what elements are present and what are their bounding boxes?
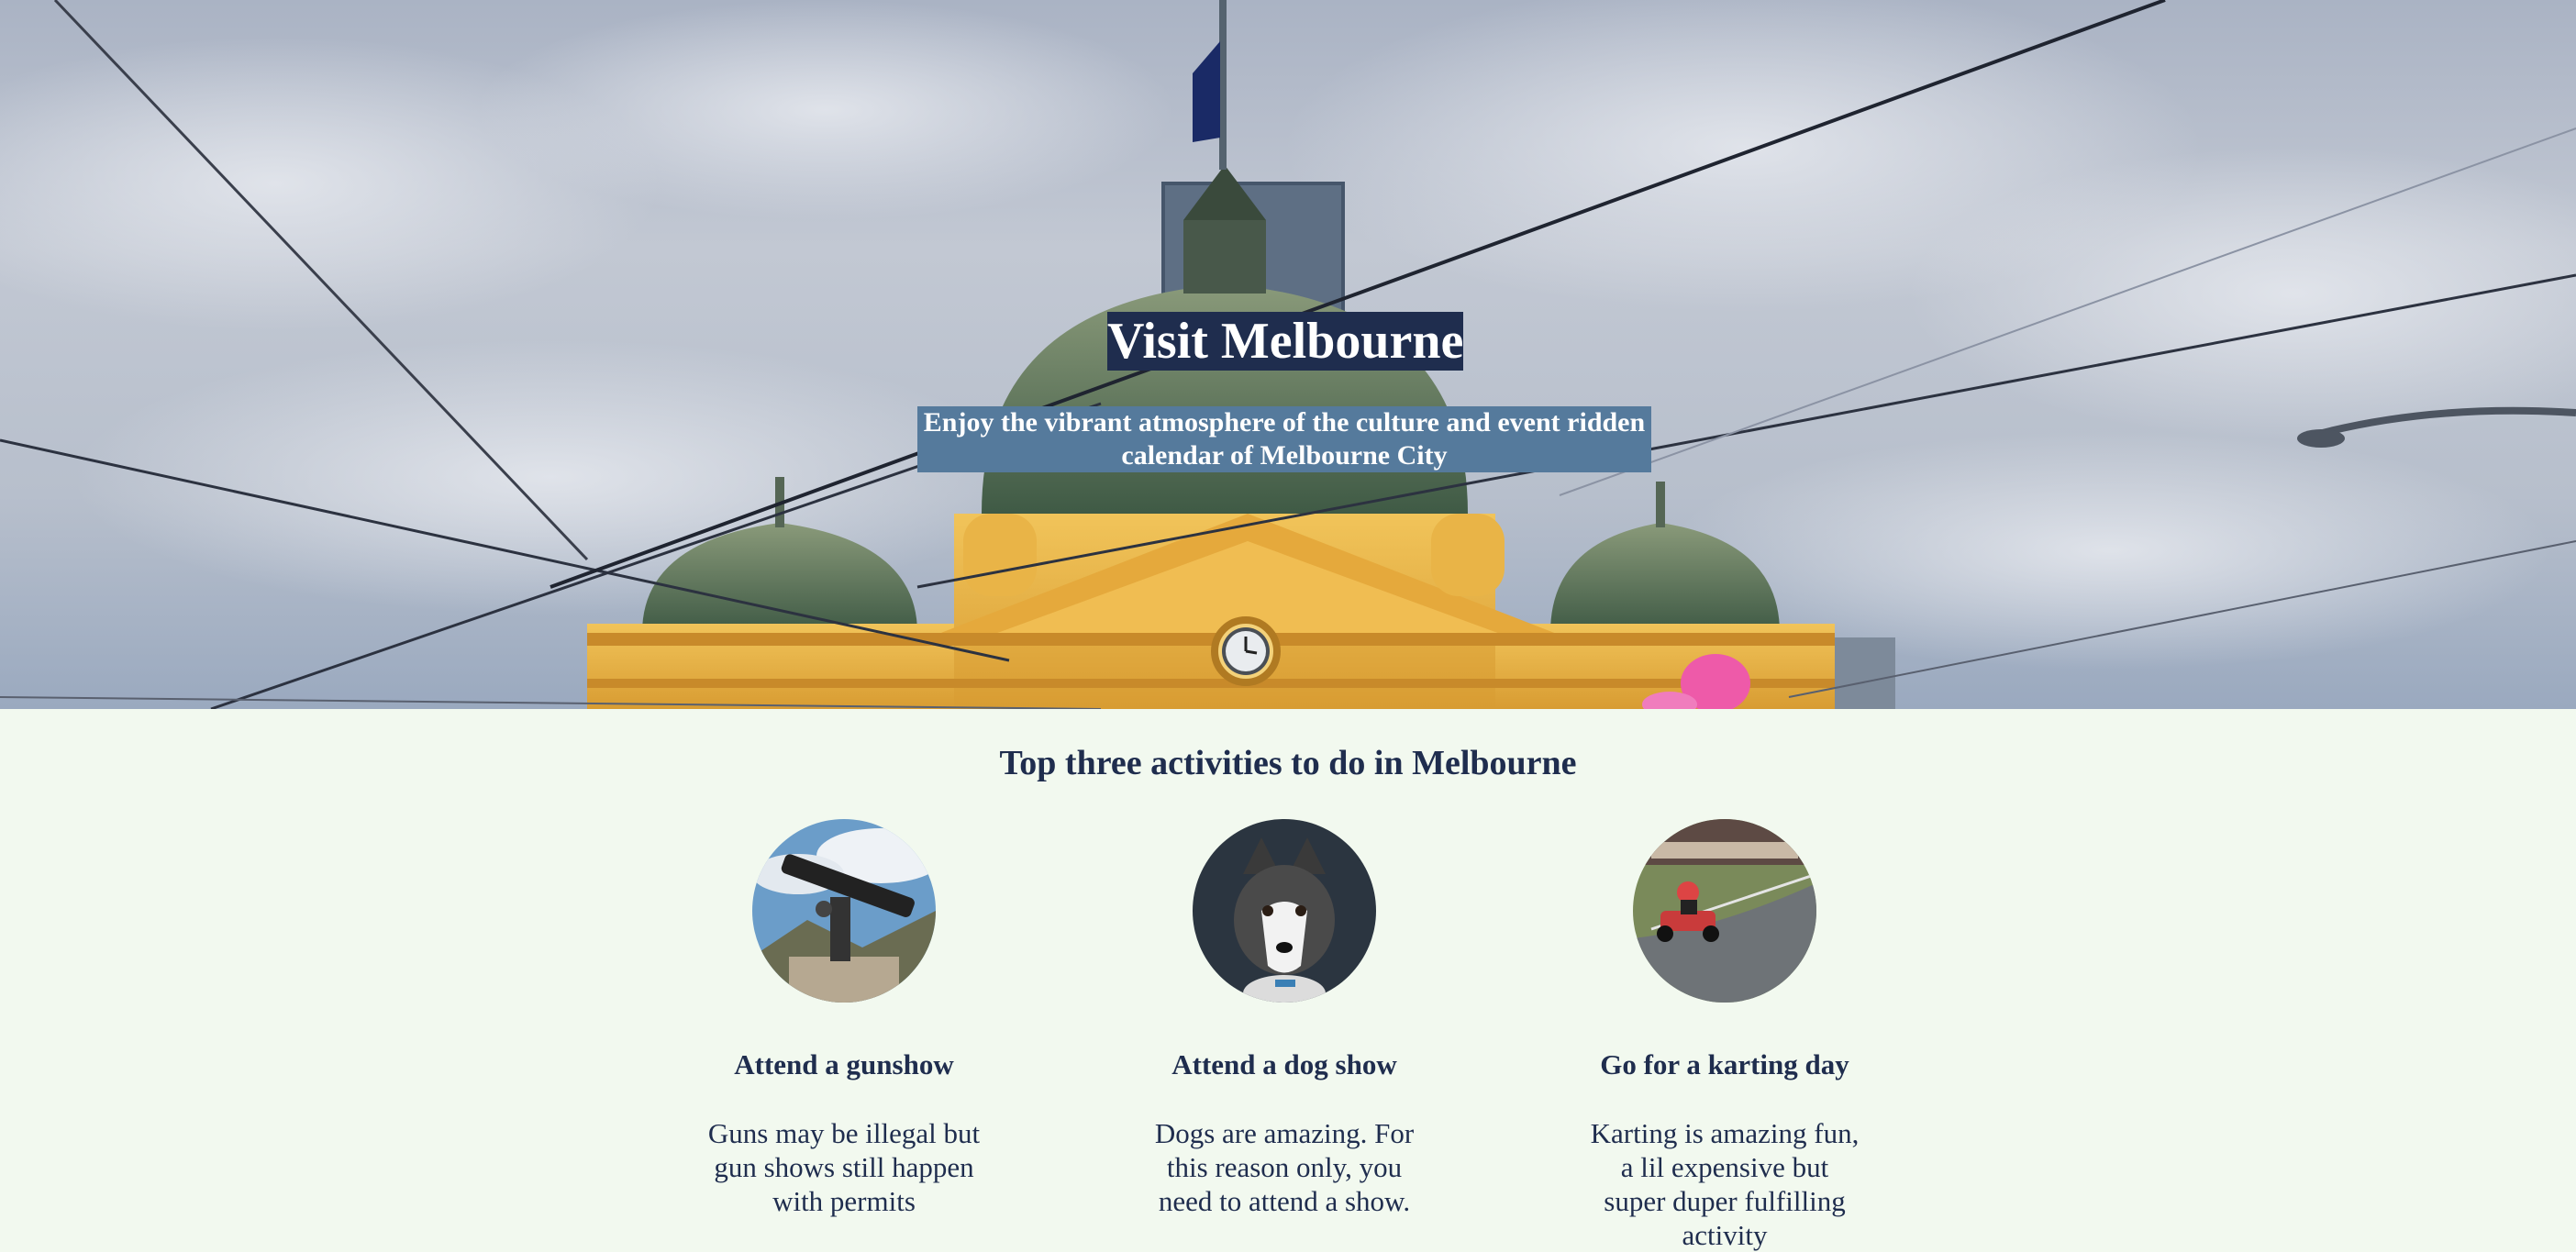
activity-card-gunshow: Attend a gunshow Guns may be illegal but… — [697, 819, 991, 1218]
hero-subtitle: Enjoy the vibrant atmosphere of the cult… — [917, 406, 1651, 472]
hero-banner: Visit Melbourne Enjoy the vibrant atmosp… — [0, 0, 2576, 709]
activity-card-dogshow: Attend a dog show Dogs are amazing. For … — [1138, 819, 1431, 1218]
activity-card-karting: Go for a karting day Karting is amazing … — [1578, 819, 1871, 1252]
activity-title: Go for a karting day — [1600, 1048, 1849, 1080]
activity-title: Attend a dog show — [1171, 1048, 1397, 1080]
rifle-photo — [752, 819, 936, 1003]
husky-photo — [1193, 819, 1376, 1003]
activity-title: Attend a gunshow — [734, 1048, 954, 1080]
activity-description: Guns may be illegal but gun shows still … — [707, 1117, 981, 1217]
go-kart-photo — [1633, 819, 1816, 1003]
hero-title: Visit Melbourne — [1107, 312, 1464, 371]
activity-description: Karting is amazing fun, a lil expensive … — [1590, 1117, 1860, 1251]
activity-description: Dogs are amazing. For this reason only, … — [1154, 1117, 1415, 1217]
activities-heading: Top three activities to do in Melbourne — [999, 744, 1577, 782]
